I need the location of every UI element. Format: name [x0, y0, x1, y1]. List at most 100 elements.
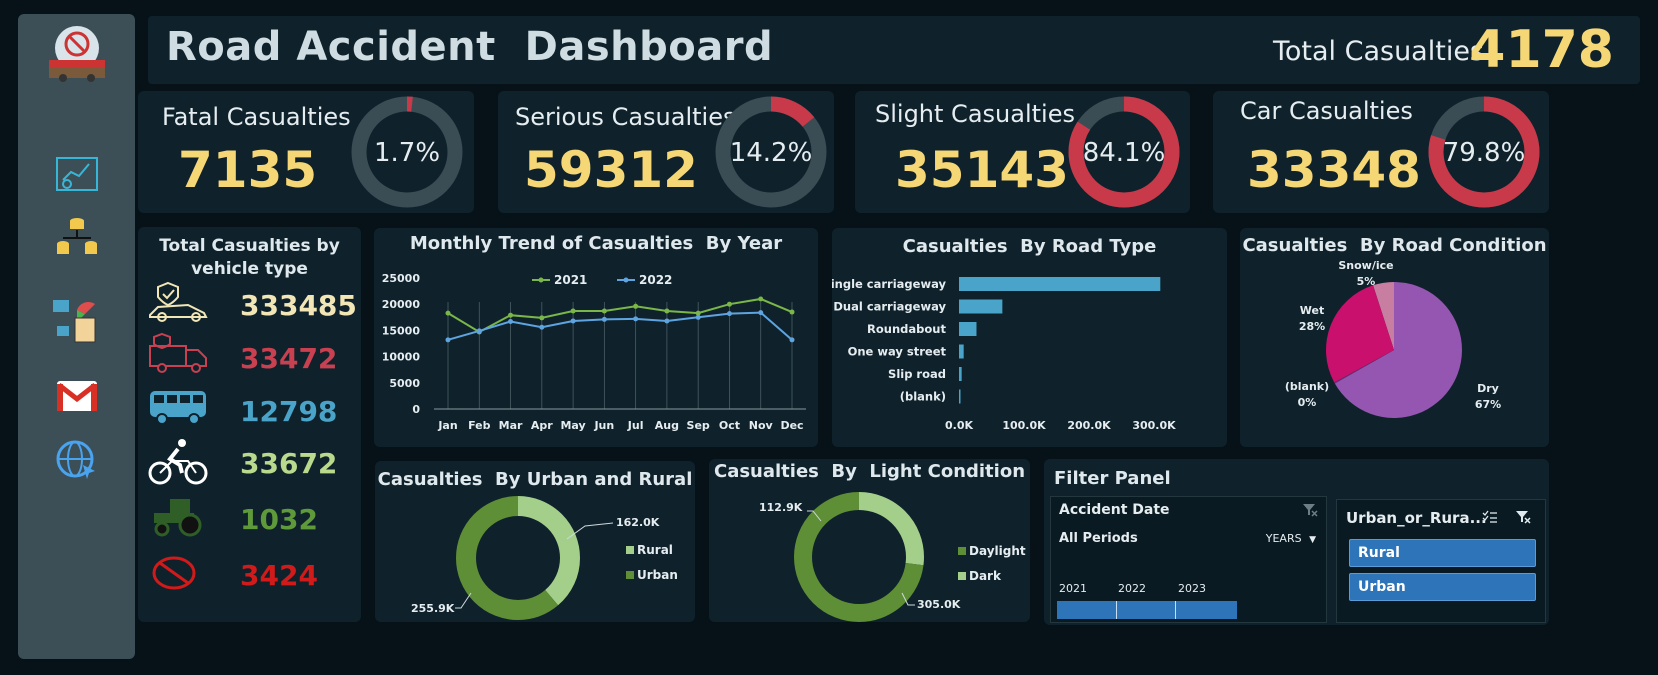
x-tick-label: Dec	[780, 419, 803, 432]
timeline-slicer[interactable]: Accident Date All Periods YEARS ▼ 2021 2…	[1050, 496, 1327, 623]
data-point	[570, 318, 576, 324]
data-point	[539, 324, 545, 330]
slicer-item-urban[interactable]: Urban	[1349, 573, 1536, 601]
multi-select-icon[interactable]	[1482, 510, 1498, 524]
tractor-icon	[154, 499, 202, 537]
y-tick-label: 25000	[382, 272, 421, 285]
vehicle-value: 33472	[240, 342, 338, 375]
kpi-donut: 84.1%	[1068, 96, 1180, 208]
chevron-down-icon: ▼	[1309, 535, 1316, 545]
legend-swatch	[626, 571, 634, 579]
slicer-title: Urban_or_Rura...	[1346, 509, 1487, 527]
clear-filter-icon[interactable]	[1302, 503, 1318, 517]
bar-chart-svg: Single carriageway Dual carriageway Rounda…	[832, 277, 1176, 432]
data-point	[508, 318, 514, 324]
y-tick-label: 15000	[382, 324, 421, 337]
kpi-card-slight: Slight Casualties 35143 84.1%	[855, 91, 1190, 213]
timeline-bar-2022[interactable]	[1117, 601, 1176, 619]
bar-category-label: Slip road	[888, 367, 946, 381]
bar-category-label: Single carriageway	[832, 277, 946, 291]
urban-rural-slicer[interactable]: Urban_or_Rura... Rural Urban	[1336, 499, 1546, 623]
kpi-percent: 79.8%	[1443, 138, 1526, 168]
data-point	[539, 315, 545, 321]
data-point	[789, 337, 795, 343]
clear-filter-icon[interactable]	[1515, 510, 1531, 524]
slicer-item-rural[interactable]: Rural	[1349, 539, 1536, 567]
vehicle-value: 333485	[240, 289, 357, 322]
donut-value-label: 255.9K	[411, 602, 455, 615]
accident-logo-icon	[48, 26, 105, 82]
data-point	[445, 310, 451, 316]
kpi-label: Serious Casualties	[515, 103, 736, 131]
legend-marker	[623, 277, 629, 283]
kpi-value: 33348	[1247, 141, 1421, 199]
database-icon[interactable]	[55, 214, 99, 260]
pie-label-name: Snow/ice	[1338, 259, 1393, 272]
vehicle-title-line2: vehicle type	[191, 259, 308, 279]
road-type-chart: Casualties By Road Type Single carriagew…	[832, 228, 1227, 447]
x-tick-label: Feb	[468, 419, 491, 432]
x-tick-label: 0.0K	[945, 419, 973, 432]
legend-label: 2022	[639, 273, 672, 287]
bar	[959, 389, 961, 404]
data-point	[570, 308, 576, 314]
timeline-bar[interactable]	[1057, 601, 1237, 619]
timeline-bar-2023[interactable]	[1176, 601, 1236, 619]
kpi-value: 59312	[524, 141, 698, 199]
kpi-card-car: Car Casualties 33348 79.8%	[1213, 91, 1549, 213]
urban-rural-chart: Casualties By Urban and Rural 162.0K 255.…	[375, 461, 695, 622]
page-title: Road Accident Dashboard	[166, 24, 774, 70]
filter-panel-title: Filter Panel	[1054, 468, 1171, 489]
header-bar: Road Accident Dashboard Total Casualties…	[148, 16, 1640, 84]
gmail-icon[interactable]	[56, 380, 98, 412]
data-point	[664, 318, 670, 324]
kpi-label: Fatal Casualties	[162, 103, 351, 131]
filter-panel: Filter Panel Accident Date All Periods Y…	[1044, 459, 1549, 625]
web-icon[interactable]	[55, 439, 99, 481]
van-icon	[149, 332, 207, 373]
kpi-donut: 14.2%	[715, 96, 827, 208]
vehicle-row-bus: 12798	[148, 385, 368, 437]
data-point	[726, 311, 732, 317]
timeline-year-2022[interactable]: 2022	[1118, 582, 1146, 595]
report-icon[interactable]	[51, 296, 103, 344]
kpi-donut: 79.8%	[1428, 96, 1540, 208]
vehicle-row-other: 3424	[148, 549, 368, 601]
x-tick-label: 300.0K	[1132, 419, 1176, 432]
data-point	[633, 316, 639, 322]
timeline-unit-dropdown[interactable]: YEARS ▼	[1266, 532, 1316, 545]
timeline-year-2023[interactable]: 2023	[1178, 582, 1206, 595]
legend-swatch	[958, 572, 966, 580]
pie-label-name: (blank)	[1285, 380, 1329, 393]
timeline-bar-2021[interactable]	[1057, 601, 1117, 619]
y-tick-label: 10000	[382, 351, 421, 364]
y-tick-label: 0	[412, 403, 420, 416]
kpi-percent: 1.7%	[374, 138, 440, 168]
monthly-trend-chart: Monthly Trend of Casualties By Year 2500…	[374, 228, 818, 447]
total-casualties-value: 4178	[1469, 20, 1614, 80]
series-line-2021	[447, 297, 793, 334]
donut-urban-svg: 162.0K 255.9K Rural Urban	[411, 496, 678, 620]
pie-label-name: Wet	[1300, 304, 1324, 317]
pie-label-pct: 5%	[1357, 275, 1376, 288]
bar	[959, 344, 964, 359]
kpi-card-serious: Serious Casualties 59312 14.2%	[498, 91, 834, 213]
data-point	[758, 296, 764, 302]
x-tick-label: Jan	[437, 419, 457, 432]
series-line-2022	[447, 311, 793, 341]
pie-label-pct: 0%	[1298, 396, 1317, 409]
data-point	[601, 316, 607, 322]
x-tick-label: Mar	[499, 419, 523, 432]
vehicle-type-panel: Total Casualties by vehicle type 333485 …	[138, 227, 361, 622]
vehicle-value: 1032	[240, 503, 318, 536]
dashboard-icon[interactable]	[53, 156, 101, 196]
vehicle-value: 12798	[240, 395, 338, 428]
bicycle-icon	[148, 439, 208, 485]
timeline-year-2021[interactable]: 2021	[1059, 582, 1087, 595]
pie-label-pct: 67%	[1475, 398, 1501, 411]
data-point	[758, 310, 764, 316]
bar	[959, 322, 977, 336]
x-tick-label: Aug	[655, 419, 679, 432]
light-condition-chart: Casualties By Light Condition 112.9K 305.…	[709, 459, 1030, 622]
timeline-unit-label: YEARS	[1265, 532, 1302, 545]
